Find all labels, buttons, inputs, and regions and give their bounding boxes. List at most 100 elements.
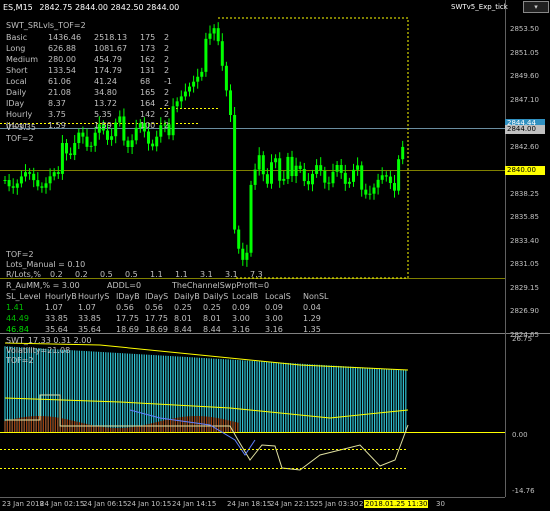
candle-body [315,165,319,174]
stats-row: Medium 280.00 454.79 162 2 [6,54,178,65]
candle-body [401,146,405,160]
stats-row: Hourly 3.75 5.35 142 2 [6,109,178,120]
candle-body [282,178,286,181]
sl-cell: 44.49 [6,314,29,323]
sub-tof-label: TOF=2 [6,356,34,365]
stats-cell: 2 [164,99,170,108]
sl-cell: 3.16 [265,325,283,334]
candle-body [229,90,232,115]
stats-cell: 142 [140,110,156,119]
sl-cell: 0.25 [174,303,192,312]
minimize-icon[interactable]: ▾ [534,3,538,11]
candle-body [237,229,241,249]
lots-value: 3.1 [200,270,213,279]
candle-body [19,176,23,184]
lots-value: 1.1 [175,270,188,279]
sl-header-cell: IDayS [145,292,169,301]
candle-body [147,131,150,144]
candle-body [393,183,396,191]
candle-body [298,165,302,169]
candle-body [343,172,347,184]
price-label: 2826.90 [510,307,539,315]
candle-body [306,181,310,185]
stats-row: Short 133.54 174.79 131 2 [6,65,178,76]
sl-cell: 8.44 [174,325,192,334]
stats-cell: 2 [164,66,170,75]
sl-cell: 0.56 [145,303,163,312]
price-label: 2831.05 [510,260,539,268]
stats-cell: 41.24 [94,77,117,86]
stats-title: SWT_SRLvls_TOF=2 [6,21,86,30]
sl-cell: 46.84 [6,325,29,334]
addl-label: ADDL=0 [107,281,142,290]
sl-cell: 18.69 [116,325,139,334]
candle-body [44,183,48,188]
stats-cell: 13.72 [94,99,117,108]
candle-body [130,140,134,147]
stats-cell: 454.79 [94,55,122,64]
stats-cell: 100 [140,121,156,130]
range-box [218,17,409,279]
stats-cell: 2 [164,121,170,130]
candle-body [274,158,278,163]
sl-cell: 0.09 [265,303,283,312]
stats-row: Long 626.88 1081.67 173 2 [6,43,178,54]
candle-body [89,145,93,147]
stats-cell: 2 [164,88,170,97]
candle-body [11,186,15,188]
green-price-box: 2840.00 [505,166,545,175]
candle-body [364,189,368,195]
time-label: 24 Jan 22:15 [270,500,315,508]
candle-body [183,91,187,97]
candle-body [126,140,130,147]
lots-tof: TOF=2 [6,250,34,259]
lots-value: 0.2 [50,270,63,279]
aum-label: R_AuMM,% = 3.00 [6,281,80,290]
volatility-label: Volatility=21.08 [6,346,71,355]
price-label: 2842.60 [510,142,539,151]
indicator-label: SWTv5_Exp_tick [451,3,508,11]
sl-cell: 3.16 [232,325,250,334]
lots-value: 7.3 [250,270,263,279]
sl-cell: 33.85 [78,314,101,323]
stats-cell: 175 [140,33,156,42]
sl-row: 46.84 35.64 35.64 18.69 18.69 8.44 8.44 3.16 3.1… [6,324,331,335]
stats-table: Basic 1436.46 2518.13 175 2 Long 626.88 1081.67… [6,32,178,131]
sl-cell: 0.04 [303,303,321,312]
candle-body [257,155,261,170]
time-highlight: 2018.01.25 11:30 [364,500,429,508]
sl-header-cell: SL_Level [6,292,41,301]
profit-label: TheChannelSwpProfit=0 [172,281,270,290]
stats-cell: 2 [164,55,170,64]
time-highlight-tail: 30 [436,500,445,508]
stats-cell: 1081.67 [94,44,128,53]
candle-body [253,169,257,185]
stats-cell: Short [6,66,28,75]
candle-body [52,172,56,177]
lots-manual: Lots_Manual = 0.10 [6,260,86,269]
sl-cell: 1.35 [303,325,321,334]
stats-cell: 174.79 [94,66,122,75]
stats-cell: 1.59 [94,121,112,130]
lots-value: 0.5 [100,270,113,279]
candle-body [397,159,401,191]
candle-body [196,76,200,82]
candle-body [24,172,27,177]
candle-body [335,165,339,172]
stats-row: IDay 8.37 13.72 164 2 [6,98,178,109]
stats-cell: 68 [140,77,151,86]
candle-body [7,180,11,187]
candle-body [216,28,220,42]
sub-axis-bottom: -14.76 [512,487,535,495]
candle-body [155,136,159,147]
time-label: 24 Jan 18:15 [227,500,272,508]
candle-body [360,165,364,190]
window-controls[interactable]: ▾ [523,1,549,13]
candle-body [208,33,212,39]
stats-cell: 280.00 [48,55,76,64]
sl-row: 44.49 33.85 33.85 17.75 17.75 8.01 8.01 3.00 3.0… [6,313,331,324]
price-label: 2849.60 [510,72,539,80]
sl-cell: 1.29 [303,314,321,323]
stats-cell: 173 [140,44,156,53]
stats-cell: -1 [164,77,172,86]
